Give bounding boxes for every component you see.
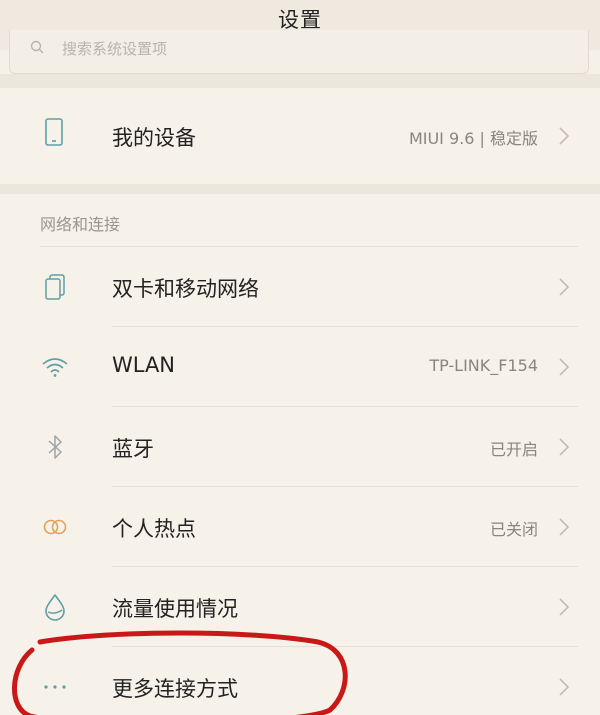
- wlan-label: WLAN: [112, 353, 176, 377]
- my-device-row[interactable]: 我的设备 MIUI 9.6 | 稳定版: [0, 96, 600, 176]
- sim-mobile-network-row[interactable]: 双卡和移动网络: [0, 247, 600, 327]
- chevron-right-icon: [559, 358, 570, 376]
- phone-icon: [45, 118, 63, 146]
- search-placeholder: 搜索系统设置项: [62, 40, 168, 58]
- section-gap: [0, 74, 600, 88]
- bluetooth-status-value: 已开启: [489, 440, 538, 459]
- wifi-icon: [42, 358, 68, 377]
- sim-cards-icon: [45, 274, 65, 300]
- chevron-right-icon: [559, 438, 570, 456]
- hotspot-row[interactable]: 个人热点 已关闭: [0, 487, 600, 567]
- chevron-right-icon: [559, 598, 570, 616]
- more-connections-label: 更多连接方式: [112, 677, 238, 701]
- chevron-right-icon: [559, 127, 570, 145]
- miui-version-value: MIUI 9.6 | 稳定版: [408, 129, 538, 148]
- hotspot-icon: [43, 519, 67, 535]
- hotspot-status-value: 已关闭: [489, 520, 538, 539]
- bluetooth-icon: [48, 435, 62, 459]
- section-header-network: 网络和连接: [40, 215, 121, 234]
- sim-mobile-network-label: 双卡和移动网络: [112, 277, 259, 301]
- chevron-right-icon: [559, 678, 570, 696]
- settings-screen: 设置 搜索系统设置项 我的设备 MIUI 9.6 | 稳定版 网络和连接 双卡和…: [0, 0, 600, 715]
- device-group: 我的设备 MIUI 9.6 | 稳定版: [0, 88, 600, 184]
- data-usage-label: 流量使用情况: [112, 597, 238, 621]
- more-connections-row[interactable]: 更多连接方式: [0, 647, 600, 715]
- bluetooth-label: 蓝牙: [112, 437, 154, 461]
- wlan-network-value: TP-LINK_F154: [429, 356, 538, 375]
- more-dots-icon: [44, 685, 66, 689]
- hotspot-label: 个人热点: [112, 517, 196, 541]
- chevron-right-icon: [559, 518, 570, 536]
- data-usage-icon: [45, 594, 65, 621]
- chevron-right-icon: [559, 278, 570, 296]
- search-icon: [30, 40, 44, 54]
- bluetooth-row[interactable]: 蓝牙 已开启: [0, 407, 600, 487]
- my-device-label: 我的设备: [112, 126, 196, 150]
- section-gap: [0, 184, 600, 194]
- search-input[interactable]: 搜索系统设置项: [9, 30, 589, 74]
- data-usage-row[interactable]: 流量使用情况: [0, 567, 600, 647]
- wlan-row[interactable]: WLAN TP-LINK_F154: [0, 327, 600, 407]
